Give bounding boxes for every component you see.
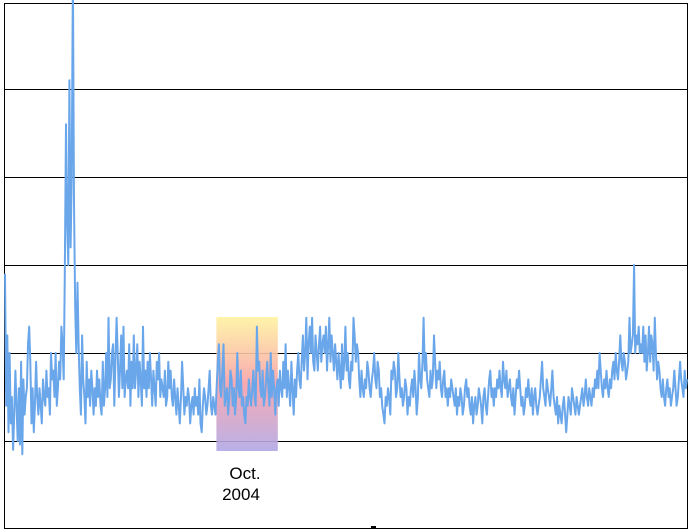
annotation-month: Oct.	[229, 464, 260, 483]
tick-mark	[371, 526, 376, 529]
series-line	[4, 0, 688, 456]
annotation-year: 2004	[222, 485, 260, 504]
line-chart: Oct. 2004	[4, 0, 688, 529]
